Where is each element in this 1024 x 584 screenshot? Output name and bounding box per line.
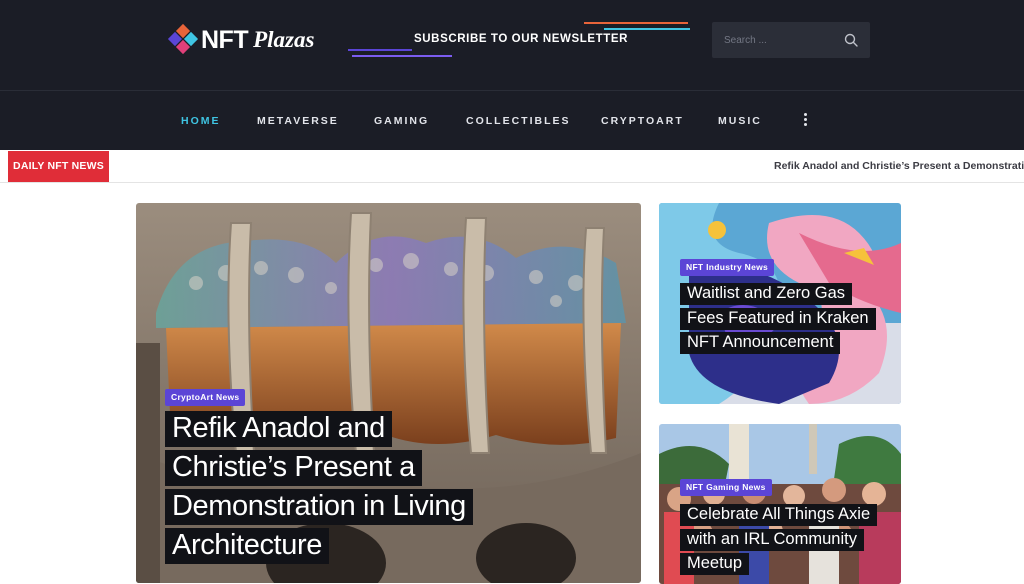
nav-item-music[interactable]: MUSIC xyxy=(718,91,762,151)
category-badge[interactable]: CryptoArt News xyxy=(165,389,246,406)
ticker-label: DAILY NFT NEWS xyxy=(8,151,109,182)
newsletter-label: SUBSCRIBE TO OUR NEWSLETTER xyxy=(414,33,629,45)
featured-side-2-headline[interactable]: Celebrate All Things Axie with an IRL Co… xyxy=(680,502,880,576)
nav-item-cryptoart[interactable]: CRYPTOART xyxy=(601,91,684,151)
nav-item-home[interactable]: HOME xyxy=(181,91,221,151)
newsletter-banner[interactable]: SUBSCRIBE TO OUR NEWSLETTER xyxy=(348,20,690,60)
logo-text: NFT xyxy=(201,25,249,54)
nav-item-gaming[interactable]: GAMING xyxy=(374,91,429,151)
site-header: NFT Plazas SUBSCRIBE TO OUR NEWSLETTER xyxy=(0,0,1024,90)
featured-side-1-headline[interactable]: Waitlist and Zero Gas Fees Featured in K… xyxy=(680,281,880,355)
logo-diamond-icon xyxy=(167,23,199,55)
category-badge[interactable]: NFT Industry News xyxy=(680,259,775,276)
search-icon[interactable] xyxy=(844,33,858,47)
logo-script-text: Plazas xyxy=(253,27,315,52)
ticker-headline-link[interactable]: Refik Anadol and Christie’s Present a De… xyxy=(774,160,1024,172)
featured-main-headline[interactable]: Refik Anadol and Christie’s Present a De… xyxy=(165,409,495,565)
search-box xyxy=(712,22,870,58)
featured-main-title[interactable]: Refik Anadol and Christie’s Present a De… xyxy=(165,411,473,564)
search-input[interactable] xyxy=(724,32,834,48)
featured-side-2-title[interactable]: Celebrate All Things Axie with an IRL Co… xyxy=(680,504,878,575)
site-logo[interactable]: NFT Plazas xyxy=(167,23,315,56)
nav-item-metaverse[interactable]: METAVERSE xyxy=(257,91,339,151)
vertical-ellipsis-icon[interactable] xyxy=(800,113,810,129)
nav-item-collectibles[interactable]: COLLECTIBLES xyxy=(466,91,571,151)
news-ticker: DAILY NFT NEWS Refik Anadol and Christie… xyxy=(0,150,1024,183)
category-badge[interactable]: NFT Gaming News xyxy=(680,479,772,496)
main-navigation: HOME METAVERSE GAMING COLLECTIBLES CRYPT… xyxy=(0,90,1024,150)
featured-side-1-title[interactable]: Waitlist and Zero Gas Fees Featured in K… xyxy=(680,283,876,354)
